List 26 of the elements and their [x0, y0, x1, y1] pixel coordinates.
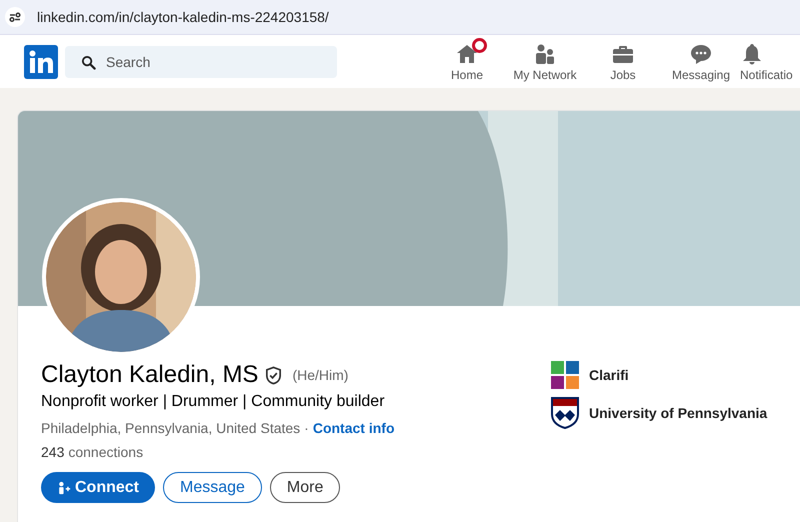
nav-item[interactable]: Notificatio: [740, 42, 800, 82]
contact-info-link[interactable]: Contact info: [312, 420, 394, 436]
site-settings-icon[interactable]: [5, 7, 25, 27]
location: Philadelphia, Pennsylvania, United States: [41, 420, 300, 436]
people-icon: [533, 42, 557, 66]
nav-item[interactable]: Messaging: [662, 42, 740, 82]
headline: Nonprofit worker | Drummer | Community builder: [41, 393, 386, 411]
linkedin-logo-icon[interactable]: [24, 44, 58, 78]
shield-logo-icon: [551, 397, 579, 429]
affiliation-name[interactable]: University of Pennsylvania: [589, 405, 768, 421]
pronouns: (He/Him): [292, 367, 348, 383]
add-person-icon: [57, 480, 71, 494]
message-button[interactable]: Message: [163, 472, 262, 503]
url-text[interactable]: linkedin.com/in/clayton-kaledin-ms-224203158/: [37, 9, 329, 25]
connections-label: connections: [68, 444, 144, 460]
connections-count: 243: [41, 444, 64, 460]
separator: ·: [304, 420, 309, 436]
nav-item[interactable]: Jobs: [584, 42, 662, 82]
affiliation-name[interactable]: Clarifi: [589, 367, 629, 383]
nav-item[interactable]: Home: [428, 42, 506, 82]
search-field[interactable]: Search: [65, 46, 337, 78]
four-squares-logo-icon: [551, 361, 579, 389]
connect-button[interactable]: Connect: [41, 472, 155, 503]
nav-item[interactable]: My Network: [506, 42, 584, 82]
more-button[interactable]: More: [270, 472, 340, 503]
profile-name: Clayton Kaledin, MS: [41, 361, 258, 389]
